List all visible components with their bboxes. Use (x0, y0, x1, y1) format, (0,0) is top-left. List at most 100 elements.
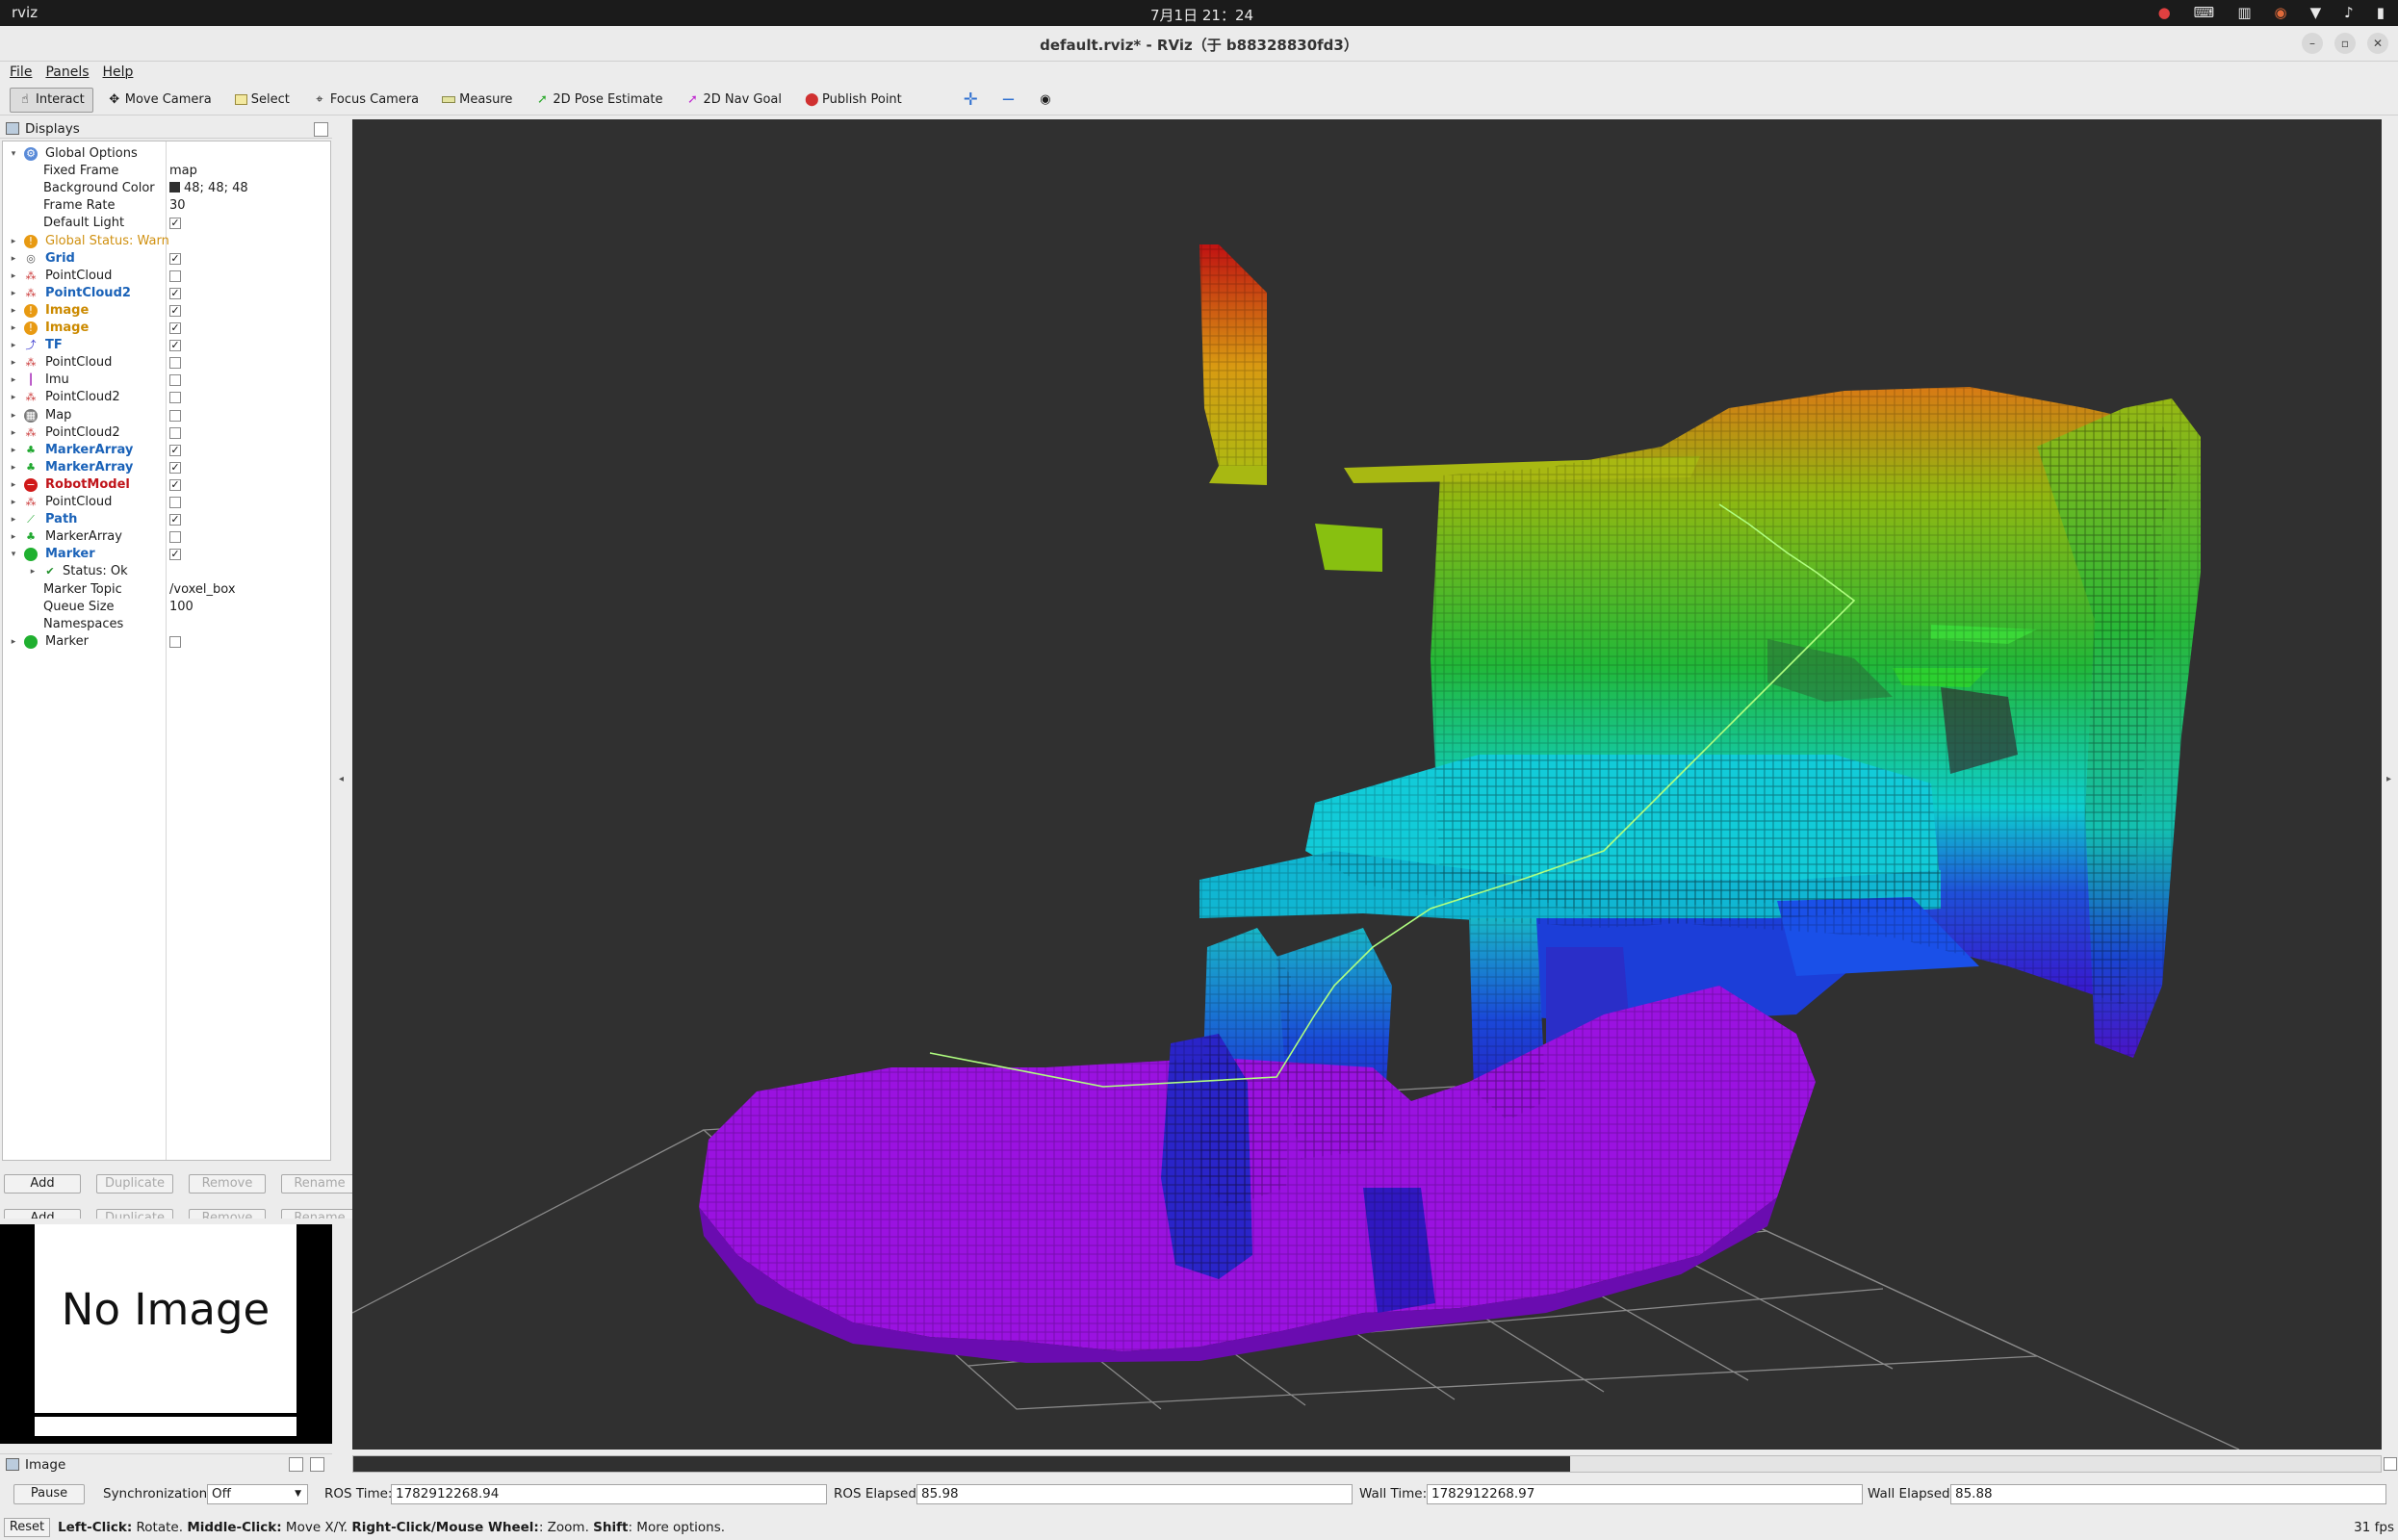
display-row[interactable]: Background Color 48; 48; 48 (3, 180, 330, 197)
display-row[interactable]: ▸ ⁂ PointCloud (3, 268, 330, 285)
tray-notifications-icon[interactable]: ◉ (2275, 4, 2287, 21)
tray-volume-icon[interactable]: ♪ (2344, 4, 2354, 21)
wall-elapsed-field[interactable]: 85.88 (1950, 1484, 2386, 1504)
display-enable-checkbox[interactable] (169, 409, 181, 422)
maximize-icon[interactable]: ▫ (2334, 33, 2356, 54)
chevron-right-icon[interactable]: ▸ (9, 302, 18, 320)
pause-button[interactable]: Pause (13, 1484, 85, 1504)
minimize-icon[interactable]: – (2302, 33, 2323, 54)
display-row[interactable]: ▸ ⁂ PointCloud2 (3, 424, 330, 442)
chevron-right-icon[interactable]: ▸ (9, 320, 18, 337)
display-row[interactable]: Fixed Frame map (3, 163, 330, 180)
chevron-right-icon[interactable]: ▸ (9, 442, 18, 459)
add-display-button[interactable]: Add (4, 1174, 81, 1194)
display-row[interactable]: ▸! Image ✓ (3, 302, 330, 320)
measure-tool-button[interactable]: Measure (433, 88, 521, 113)
chevron-right-icon[interactable]: ▸ (9, 233, 18, 250)
chevron-right-icon[interactable]: ▸ (9, 250, 18, 268)
display-enable-checkbox[interactable]: ✓ (169, 514, 181, 526)
panel-undock-icon[interactable] (314, 122, 328, 137)
display-row[interactable]: ▸ ◎ Grid ✓ (3, 250, 330, 268)
chevron-down-icon[interactable]: ▾ (9, 145, 18, 163)
display-row[interactable]: Frame Rate 30 (3, 197, 330, 215)
select-tool-button[interactable]: Select (226, 88, 298, 113)
duplicate-display-button[interactable]: Duplicate (96, 1174, 173, 1194)
chevron-right-icon[interactable]: ▸ (9, 337, 18, 354)
interact-tool-button[interactable]: ☝ Interact (10, 87, 93, 113)
voxel-scene[interactable] (352, 119, 2382, 1450)
display-row[interactable]: ▸ − RobotModel ✓ (3, 476, 330, 494)
display-enable-checkbox[interactable]: ✓ (169, 340, 181, 352)
chevron-right-icon[interactable]: ▸ (9, 407, 18, 424)
display-row[interactable]: Queue Size 100 (3, 599, 330, 616)
property-value[interactable]: 48; 48; 48 (184, 181, 248, 195)
tray-wifi-icon[interactable]: ▼ (2310, 4, 2322, 21)
chevron-right-icon[interactable]: ▸ (9, 511, 18, 528)
remove-display-button-2[interactable]: Remove (189, 1209, 266, 1219)
chevron-right-icon[interactable]: ▸ (9, 372, 18, 389)
reset-button[interactable]: Reset (4, 1518, 50, 1537)
display-row[interactable]: ▸! Global Status: Warn (3, 233, 330, 250)
display-row[interactable]: Marker Topic/voxel_box (3, 581, 330, 599)
menu-file[interactable]: File (10, 62, 32, 83)
display-row[interactable]: ▸ ⁂ PointCloud (3, 494, 330, 511)
panel-undock-icon[interactable] (289, 1457, 303, 1472)
display-row[interactable]: ▾ ⚙ Global Options (3, 145, 330, 163)
display-enable-checkbox[interactable]: ✓ (169, 304, 181, 317)
property-value-cell[interactable]: 100 (169, 599, 193, 616)
chevron-right-icon[interactable]: ▸ (9, 459, 18, 476)
display-enable-checkbox[interactable] (169, 374, 181, 387)
close-icon[interactable]: ✕ (2367, 33, 2388, 54)
display-enable-checkbox[interactable] (169, 635, 181, 648)
display-enable-checkbox[interactable]: ✓ (169, 549, 181, 561)
remove-display-button[interactable]: Remove (189, 1174, 266, 1194)
property-value-cell[interactable]: /voxel_box (169, 581, 236, 599)
menu-help[interactable]: Help (103, 62, 134, 83)
view-options-button[interactable]: ◉ (1030, 88, 1061, 113)
display-row[interactable]: ▸ ✔ Status: Ok (3, 563, 330, 580)
display-row[interactable]: ▸ ⁂ PointCloud (3, 354, 330, 372)
display-row[interactable]: ▸ ⬢ Marker (3, 633, 330, 651)
display-row[interactable]: ▸ ⁂ PointCloud2 ✓ (3, 285, 330, 302)
property-value[interactable]: map (169, 164, 197, 178)
right-splitter[interactable]: ▸ (2384, 119, 2398, 1450)
chevron-right-icon[interactable]: ▸ (9, 424, 18, 442)
ros-elapsed-field[interactable]: 85.98 (916, 1484, 1353, 1504)
chevron-down-icon[interactable]: ▾ (9, 546, 18, 563)
chevron-right-icon[interactable]: ▸ (9, 268, 18, 285)
display-enable-checkbox[interactable]: ✓ (169, 478, 181, 491)
chevron-right-icon[interactable]: ▸ (9, 528, 18, 546)
display-row[interactable]: ▸ ♣ MarkerArray ✓ (3, 459, 330, 476)
display-enable-checkbox[interactable] (169, 357, 181, 370)
property-value[interactable]: /voxel_box (169, 582, 236, 597)
display-row[interactable]: ▸ ⁂ PointCloud2 (3, 389, 330, 406)
left-splitter[interactable]: ◂ (335, 119, 350, 1450)
display-enable-checkbox[interactable] (169, 497, 181, 508)
display-row[interactable]: Default Light ✓ (3, 215, 330, 232)
display-enable-checkbox[interactable]: ✓ (169, 287, 181, 299)
display-row[interactable]: Namespaces (3, 616, 330, 633)
progress-undock-icon[interactable] (2384, 1457, 2397, 1471)
chevron-right-icon[interactable]: ▸ (9, 494, 18, 511)
move-camera-tool-button[interactable]: ✥ Move Camera (99, 88, 220, 113)
active-app-name[interactable]: rviz (12, 4, 38, 21)
panel-close-icon[interactable] (310, 1457, 324, 1472)
menu-panels[interactable]: Panels (45, 62, 89, 83)
display-enable-checkbox[interactable]: ✓ (169, 218, 181, 230)
render-viewport[interactable] (352, 119, 2382, 1450)
display-row[interactable]: ▸ ▦ Map (3, 407, 330, 424)
tray-keyboard-icon[interactable]: ⌨ (2194, 4, 2215, 21)
display-row[interactable]: ▸ ⟋ Path ✓ (3, 511, 330, 528)
focus-camera-tool-button[interactable]: ⌖ Focus Camera (304, 88, 427, 113)
displays-tree[interactable]: ▾ ⚙ Global Options Fixed Frame map Background… (2, 141, 331, 1161)
property-value-cell[interactable]: 48; 48; 48 (169, 180, 248, 197)
system-clock[interactable]: 7月1日 21：24 (1150, 5, 1253, 25)
property-value[interactable]: 100 (169, 600, 193, 614)
add-tool-button[interactable]: ✛ (955, 88, 987, 113)
remove-tool-button[interactable]: − (993, 88, 1024, 113)
publish-point-tool-button[interactable]: ⬤ Publish Point (796, 88, 911, 113)
display-enable-checkbox[interactable]: ✓ (169, 461, 181, 474)
duplicate-display-button-2[interactable]: Duplicate (96, 1209, 173, 1219)
chevron-right-icon[interactable]: ▸ (9, 389, 18, 406)
property-value[interactable]: 30 (169, 198, 186, 213)
